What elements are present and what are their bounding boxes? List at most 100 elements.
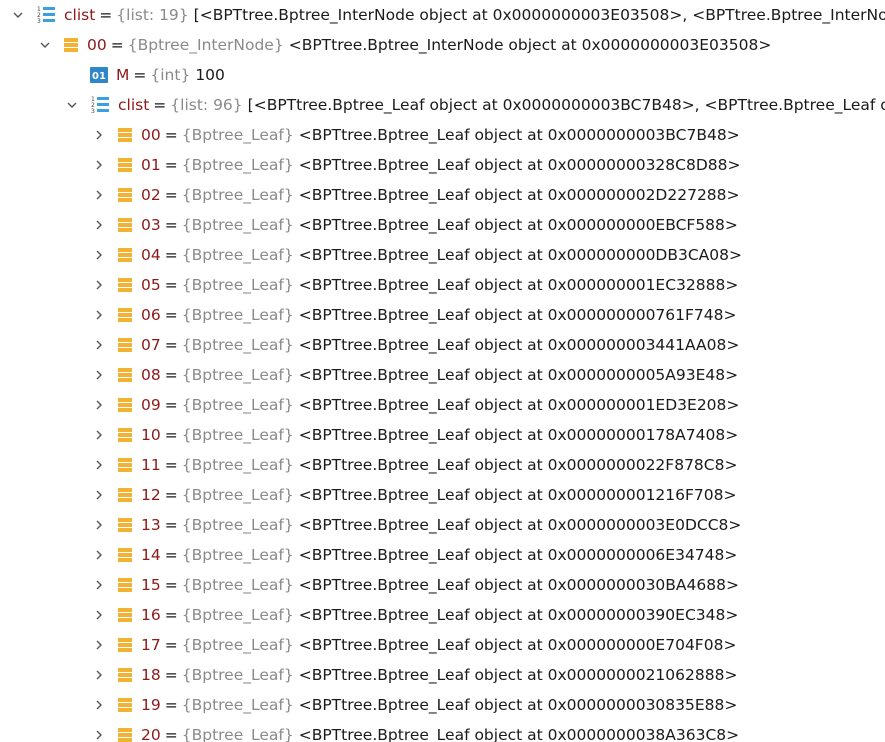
chevron-right-icon[interactable] xyxy=(91,607,107,623)
variable-value: <BPTtree.Bptree_Leaf object at 0x0000000… xyxy=(298,216,738,234)
svg-text:3: 3 xyxy=(37,18,41,25)
chevron-right-icon[interactable] xyxy=(91,187,107,203)
chevron-right-icon[interactable] xyxy=(91,397,107,413)
tree-row[interactable]: 11 = {Bptree_Leaf} <BPTtree.Bptree_Leaf obj… xyxy=(0,450,885,480)
variable-name: 17 xyxy=(141,636,161,654)
tree-row[interactable]: 01 M = {int} 100 xyxy=(0,60,885,90)
chevron-right-icon[interactable] xyxy=(91,697,107,713)
chevron-right-icon[interactable] xyxy=(91,667,107,683)
chevron-down-icon[interactable] xyxy=(37,37,53,53)
chevron-right-icon[interactable] xyxy=(91,427,107,443)
variable-type: {Bptree_Leaf} xyxy=(181,576,294,594)
variable-value: [<BPTtree.Bptree_InterNode object at 0x0… xyxy=(193,6,885,24)
chevron-right-icon[interactable] xyxy=(91,727,107,742)
tree-row[interactable]: 07 = {Bptree_Leaf} <BPTtree.Bptree_Leaf obj… xyxy=(0,330,885,360)
tree-row[interactable]: 00 = {Bptree_Leaf} <BPTtree.Bptree_Leaf obj… xyxy=(0,120,885,150)
tree-row[interactable]: 1 2 3 clist = {list: 96} [<BPTtree.Bptree_Leaf… xyxy=(0,90,885,120)
chevron-right-icon[interactable] xyxy=(91,277,107,293)
object-icon xyxy=(117,396,133,414)
variable-type: {Bptree_Leaf} xyxy=(181,546,294,564)
tree-row[interactable]: 01 = {Bptree_Leaf} <BPTtree.Bptree_Leaf obj… xyxy=(0,150,885,180)
variable-name: 08 xyxy=(141,366,161,384)
chevron-right-icon[interactable] xyxy=(91,157,107,173)
tree-row[interactable]: 17 = {Bptree_Leaf} <BPTtree.Bptree_Leaf obj… xyxy=(0,630,885,660)
variable-value: <BPTtree.Bptree_Leaf object at 0x0000000… xyxy=(298,696,738,714)
variable-name: 10 xyxy=(141,426,161,444)
variable-name: 02 xyxy=(141,186,161,204)
tree-row[interactable]: 04 = {Bptree_Leaf} <BPTtree.Bptree_Leaf obj… xyxy=(0,240,885,270)
variable-value: <BPTtree.Bptree_Leaf object at 0x0000000… xyxy=(298,336,740,354)
tree-row[interactable]: 12 = {Bptree_Leaf} <BPTtree.Bptree_Leaf obj… xyxy=(0,480,885,510)
variable-value: <BPTtree.Bptree_Leaf object at 0x0000000… xyxy=(298,276,739,294)
tree-row[interactable]: 03 = {Bptree_Leaf} <BPTtree.Bptree_Leaf obj… xyxy=(0,210,885,240)
chevron-right-icon[interactable] xyxy=(91,367,107,383)
chevron-right-icon[interactable] xyxy=(91,457,107,473)
chevron-right-icon[interactable] xyxy=(91,217,107,233)
object-icon xyxy=(117,456,133,474)
variable-type: {Bptree_Leaf} xyxy=(181,156,294,174)
object-icon xyxy=(117,486,133,504)
object-icon xyxy=(117,186,133,204)
object-icon xyxy=(117,336,133,354)
chevron-right-icon[interactable] xyxy=(91,547,107,563)
tree-row[interactable]: 14 = {Bptree_Leaf} <BPTtree.Bptree_Leaf obj… xyxy=(0,540,885,570)
variable-name: 15 xyxy=(141,576,161,594)
variable-name: 05 xyxy=(141,276,161,294)
variable-type: {Bptree_Leaf} xyxy=(181,276,294,294)
svg-text:3: 3 xyxy=(91,108,95,115)
equals-sign: = xyxy=(164,426,178,444)
variable-name: M xyxy=(116,66,130,84)
tree-row[interactable]: 02 = {Bptree_Leaf} <BPTtree.Bptree_Leaf obj… xyxy=(0,180,885,210)
object-icon xyxy=(117,246,133,264)
object-icon xyxy=(117,306,133,324)
list-icon: 123 xyxy=(36,5,56,25)
tree-row[interactable]: 18 = {Bptree_Leaf} <BPTtree.Bptree_Leaf obj… xyxy=(0,660,885,690)
tree-row[interactable]: 06 = {Bptree_Leaf} <BPTtree.Bptree_Leaf obj… xyxy=(0,300,885,330)
variable-value: <BPTtree.Bptree_Leaf object at 0x0000000… xyxy=(298,546,738,564)
object-icon xyxy=(117,516,133,534)
chevron-down-icon[interactable] xyxy=(10,7,26,23)
chevron-right-icon[interactable] xyxy=(91,577,107,593)
tree-row[interactable]: 15 = {Bptree_Leaf} <BPTtree.Bptree_Leaf obj… xyxy=(0,570,885,600)
variable-type: {Bptree_Leaf} xyxy=(181,486,294,504)
equals-sign: = xyxy=(164,366,178,384)
object-icon xyxy=(117,606,133,624)
tree-row[interactable]: 19 = {Bptree_Leaf} <BPTtree.Bptree_Leaf obj… xyxy=(0,690,885,720)
chevron-right-icon[interactable] xyxy=(91,637,107,653)
variables-tree: 1 2 3 clist = {list: 19} [<BPTtree.Bptree_Inte… xyxy=(0,0,885,742)
tree-row[interactable]: 05 = {Bptree_Leaf} <BPTtree.Bptree_Leaf obj… xyxy=(0,270,885,300)
chevron-right-icon[interactable] xyxy=(91,517,107,533)
variable-value: 100 xyxy=(195,66,225,84)
chevron-right-icon[interactable] xyxy=(91,487,107,503)
equals-sign: = xyxy=(164,276,178,294)
int-icon: 01 xyxy=(90,67,108,83)
variable-value: <BPTtree.Bptree_Leaf object at 0x0000000… xyxy=(298,246,742,264)
variable-name: 13 xyxy=(141,516,161,534)
object-icon xyxy=(117,696,133,714)
equals-sign: = xyxy=(164,636,178,654)
tree-row[interactable]: 20 = {Bptree_Leaf} <BPTtree.Bptree_Leaf obj… xyxy=(0,720,885,742)
equals-sign: = xyxy=(164,486,178,504)
variable-value: <BPTtree.Bptree_Leaf object at 0x0000000… xyxy=(298,666,738,684)
chevron-right-icon[interactable] xyxy=(91,307,107,323)
variable-name: 09 xyxy=(141,396,161,414)
tree-row[interactable]: 08 = {Bptree_Leaf} <BPTtree.Bptree_Leaf obj… xyxy=(0,360,885,390)
chevron-down-icon[interactable] xyxy=(64,97,80,113)
chevron-right-icon[interactable] xyxy=(91,127,107,143)
tree-row[interactable]: 16 = {Bptree_Leaf} <BPTtree.Bptree_Leaf obj… xyxy=(0,600,885,630)
tree-row[interactable]: 00 = {Bptree_InterNode} <BPTtree.Bptree_Int… xyxy=(0,30,885,60)
tree-row[interactable]: 1 2 3 clist = {list: 19} [<BPTtree.Bptree_Inte… xyxy=(0,0,885,30)
tree-row[interactable]: 10 = {Bptree_Leaf} <BPTtree.Bptree_Leaf obj… xyxy=(0,420,885,450)
variable-value: <BPTtree.Bptree_Leaf object at 0x0000000… xyxy=(298,126,740,144)
chevron-right-icon[interactable] xyxy=(91,337,107,353)
equals-sign: = xyxy=(133,66,147,84)
equals-sign: = xyxy=(164,336,178,354)
variable-name: clist xyxy=(64,6,96,24)
tree-row[interactable]: 13 = {Bptree_Leaf} <BPTtree.Bptree_Leaf obj… xyxy=(0,510,885,540)
chevron-right-icon[interactable] xyxy=(91,247,107,263)
variable-type: {Bptree_Leaf} xyxy=(181,366,294,384)
variable-type: {Bptree_Leaf} xyxy=(181,306,294,324)
tree-row[interactable]: 09 = {Bptree_Leaf} <BPTtree.Bptree_Leaf obj… xyxy=(0,390,885,420)
variable-name: 06 xyxy=(141,306,161,324)
variable-value: <BPTtree.Bptree_Leaf object at 0x0000000… xyxy=(298,486,737,504)
